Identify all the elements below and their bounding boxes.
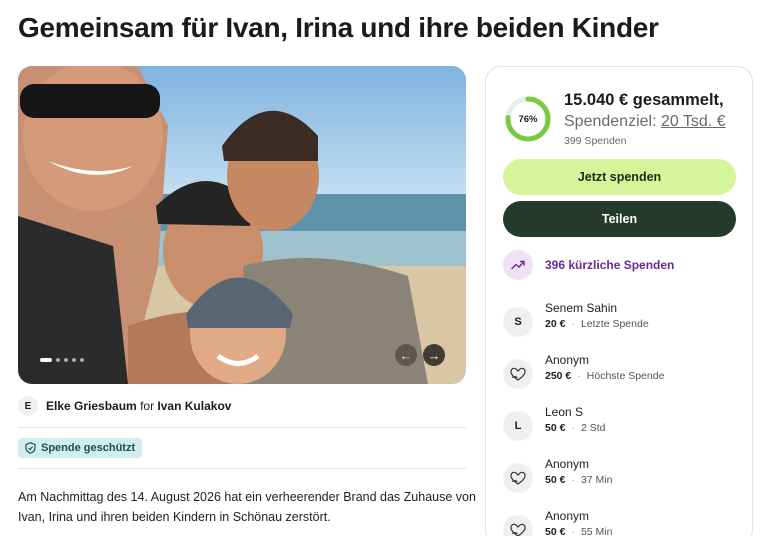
donation-note: 2 Std [580,422,606,434]
donation-amount: 50 € [545,526,566,536]
donation-item: Anonym 50 € · 37 Min [503,457,743,495]
raised-amount: 15.040 € gesammelt, [564,91,724,109]
goal-prefix: Spendenziel: [564,113,657,130]
donation-meta: 50 € · 37 Min [545,474,612,486]
beneficiary-name[interactable]: Ivan Kulakov [157,399,231,413]
donation-item: S Senem Sahin 20 € · Letzte Spende [503,301,743,339]
donation-card: 76% 15.040 € gesammelt, Spendenziel: 20 … [485,66,753,536]
bullet-separator: · [571,474,575,486]
donor-name: Anonym [545,353,590,367]
donation-amount: 50 € [545,474,566,486]
bullet-separator: · [571,422,575,434]
bullet-separator: · [577,370,581,382]
donor-name: Anonym [545,509,590,523]
fundraiser-photo[interactable]: ← → [18,66,466,384]
family-photo-image [18,66,466,384]
carousel-dot[interactable] [80,358,84,362]
goal-line: Spendenziel: 20 Tsd. € [564,113,726,131]
donation-amount: 50 € [545,422,566,434]
bullet-separator: · [571,318,575,330]
donation-item: Anonym 50 € · 55 Min [503,509,743,536]
donation-amount: 250 € [545,370,572,382]
donation-item: L Leon S 50 € · 2 Std [503,405,743,443]
organizer-for: for [140,399,155,413]
donation-note: Höchste Spende [586,370,665,382]
goal-value[interactable]: 20 Tsd. € [661,113,726,130]
bullet-separator: · [571,526,575,536]
carousel-dot[interactable] [64,358,68,362]
organizer-text: Elke Griesbaum for Ivan Kulakov [46,399,231,413]
shield-icon [25,442,36,454]
donation-meta: 20 € · Letzte Spende [545,318,649,330]
donor-name: Leon S [545,405,584,419]
divider [18,468,466,469]
organizer-name[interactable]: Elke Griesbaum [46,399,137,413]
arrow-left-icon: ← [399,347,413,363]
donor-avatar: S [503,307,533,337]
protected-badge[interactable]: Spende geschützt [18,438,143,458]
donation-amount: 20 € [545,318,566,330]
carousel-next-button[interactable]: → [423,344,445,366]
donor-avatar: L [503,411,533,441]
organizer-avatar: E [18,396,38,416]
donation-note: 37 Min [580,474,613,486]
recent-donations-label: 396 kürzliche Spenden [545,258,675,272]
carousel-dot[interactable] [56,358,60,362]
donor-name: Anonym [545,457,590,471]
donation-meta: 50 € · 55 Min [545,526,612,536]
donor-name: Senem Sahin [545,301,618,315]
page-title: Gemeinsam für Ivan, Irina und ihre beide… [18,12,659,43]
heart-hand-icon [503,359,533,389]
protected-badge-label: Spende geschützt [41,442,136,454]
progress-percent: 76% [518,113,538,125]
donation-note: Letzte Spende [580,318,649,330]
donation-note: 55 Min [580,526,613,536]
recent-donations-link[interactable]: 396 kürzliche Spenden [503,250,674,280]
carousel-dot[interactable] [72,358,76,362]
donation-meta: 50 € · 2 Std [545,422,605,434]
heart-hand-icon [503,515,533,536]
share-button[interactable]: Teilen [503,201,736,237]
carousel-dot-active[interactable] [40,358,52,362]
donation-meta: 250 € · Höchste Spende [545,370,664,382]
heart-hand-icon [503,463,533,493]
trending-up-icon [503,250,533,280]
arrow-right-icon: → [427,347,441,363]
organizer-line: E Elke Griesbaum for Ivan Kulakov [18,396,231,416]
donate-button[interactable]: Jetzt spenden [503,159,736,195]
donation-item: Anonym 250 € · Höchste Spende [503,353,743,391]
donations-count: 399 Spenden [564,135,627,147]
carousel-indicators [40,358,84,362]
carousel-prev-button[interactable]: ← [395,344,417,366]
story-text: Am Nachmittag des 14. August 2026 hat ei… [18,490,476,524]
divider [18,427,466,428]
